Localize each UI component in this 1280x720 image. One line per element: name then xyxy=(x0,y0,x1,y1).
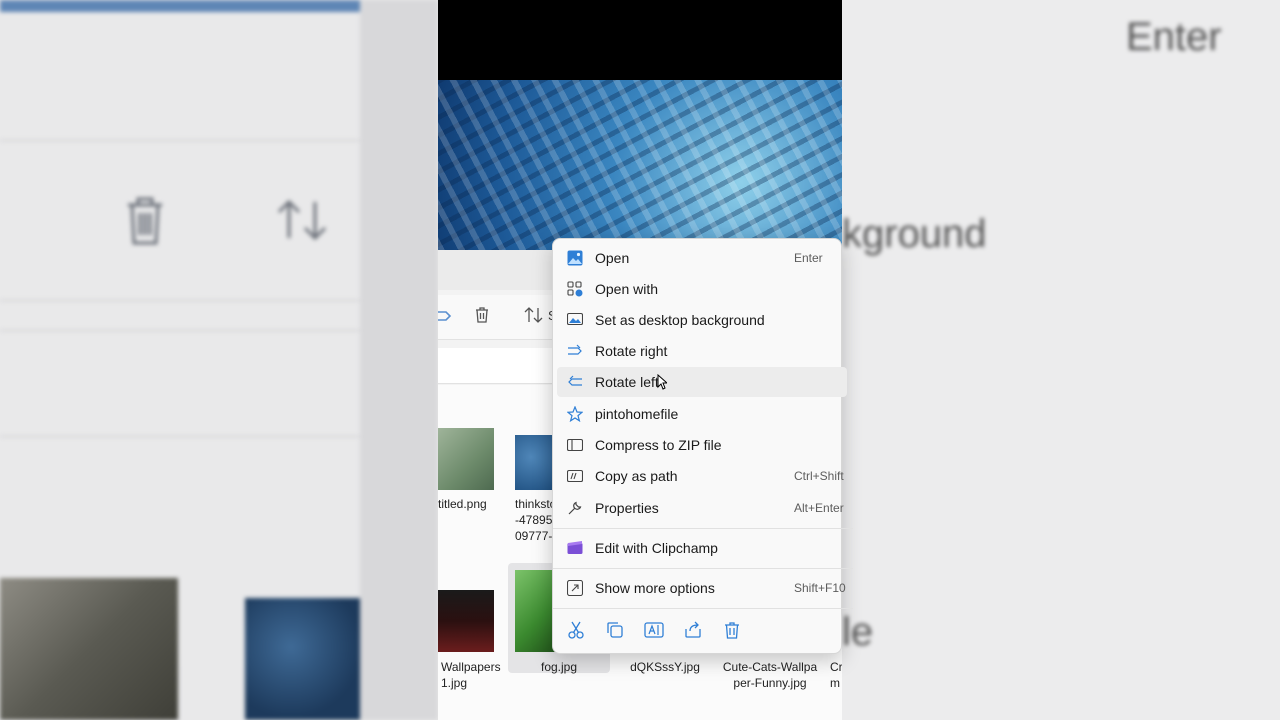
menu-item-label: Copy as path xyxy=(595,468,678,484)
file-thumbnail[interactable] xyxy=(438,428,494,490)
share-icon[interactable] xyxy=(682,619,704,641)
menu-item-label: Properties xyxy=(595,500,659,516)
menu-item-pintohomefile[interactable]: pintohomefile xyxy=(557,399,847,429)
background-kground-text: kground xyxy=(842,212,987,256)
menu-separator xyxy=(553,608,853,609)
menu-item-label: Open with xyxy=(595,281,659,297)
file-thumbnail[interactable] xyxy=(438,590,494,652)
file-name: Cr m xyxy=(830,660,842,690)
toolbar-rotate-icon[interactable] xyxy=(438,306,452,326)
menu-item-open-with[interactable]: Open with xyxy=(557,274,847,304)
more-options-icon xyxy=(567,580,583,596)
delete-icon[interactable] xyxy=(721,619,743,641)
menu-item-label: Edit with Clipchamp xyxy=(595,540,718,556)
background-right-panel: Enter kground le xyxy=(842,0,1280,720)
menu-item-label: Compress to ZIP file xyxy=(595,437,722,453)
file-name: dQKSssY.jpg xyxy=(630,660,700,674)
menu-item-label: Show more options xyxy=(595,580,715,596)
mouse-cursor-icon xyxy=(657,374,667,390)
menu-item-label: Rotate left xyxy=(595,374,659,390)
menu-item-label: pintohomefile xyxy=(595,406,679,422)
menu-item-label: Open xyxy=(595,250,630,266)
menu-item-shortcut: Shift+F10 xyxy=(794,581,846,595)
rename-icon[interactable] xyxy=(643,619,665,641)
menu-item-rotate-left[interactable]: Rotate left xyxy=(557,367,847,397)
file-thumbnail[interactable] xyxy=(515,435,555,490)
file-name: Cute-Cats-Wallpa per-Funny.jpg xyxy=(722,660,818,690)
copy-icon[interactable] xyxy=(604,619,626,641)
background-divider xyxy=(0,300,360,301)
file-name: titled.png xyxy=(438,497,487,511)
background-left-panel xyxy=(0,0,438,720)
copy-path-icon xyxy=(567,469,583,483)
rotate-right-icon xyxy=(568,344,582,355)
background-cat-thumbnail xyxy=(0,578,178,720)
background-blue-bar xyxy=(0,0,360,12)
background-divider xyxy=(0,140,360,141)
toolbar-sort-icon[interactable] xyxy=(524,306,544,324)
clipchamp-icon xyxy=(567,541,583,554)
wrench-icon xyxy=(568,501,582,515)
menu-separator xyxy=(553,528,853,529)
background-divider xyxy=(0,330,360,331)
file-name: fog.jpg xyxy=(540,660,578,674)
rotate-left-icon xyxy=(568,375,582,386)
background-strip xyxy=(360,0,438,720)
desktop-background-icon xyxy=(567,312,583,326)
menu-item-shortcut: Ctrl+Shift xyxy=(794,469,844,483)
file-name: Wallpapers 1.jpg xyxy=(441,660,501,690)
menu-item-shortcut: Alt+Enter xyxy=(794,501,844,515)
background-sort-icon xyxy=(277,199,327,241)
context-menu: Open Enter Open with Set as desktop back… xyxy=(552,238,853,654)
open-with-icon xyxy=(567,281,583,297)
file-thumbnail[interactable] xyxy=(515,570,555,652)
menu-item-edit-clipchamp[interactable]: Edit with Clipchamp xyxy=(557,533,847,563)
menu-item-rotate-right[interactable]: Rotate right xyxy=(557,336,847,366)
background-blue-thumbnail xyxy=(245,598,360,720)
background-le-text: le xyxy=(842,610,874,654)
zip-icon xyxy=(567,438,583,452)
wallpaper-preview xyxy=(438,80,842,250)
photo-app-icon xyxy=(567,250,583,266)
file-name: thinksto -47895 09777- xyxy=(515,497,557,543)
background-delete-icon xyxy=(128,197,162,245)
menu-item-label: Rotate right xyxy=(595,343,668,359)
menu-item-copy-as-path[interactable]: Copy as path Ctrl+Shift xyxy=(557,461,847,491)
menu-item-show-more-options[interactable]: Show more options Shift+F10 xyxy=(557,573,847,603)
menu-item-label: Set as desktop background xyxy=(595,312,765,328)
menu-item-shortcut: Enter xyxy=(794,251,823,265)
menu-item-compress-zip[interactable]: Compress to ZIP file xyxy=(557,430,847,460)
menu-item-properties[interactable]: Properties Alt+Enter xyxy=(557,493,847,523)
toolbar-delete-icon[interactable] xyxy=(474,306,490,324)
menu-separator xyxy=(553,568,853,569)
background-divider xyxy=(0,436,360,437)
star-icon xyxy=(567,406,583,422)
cut-icon[interactable] xyxy=(565,619,587,641)
menu-item-open[interactable]: Open Enter xyxy=(557,243,847,273)
background-enter-text: Enter xyxy=(1126,15,1222,59)
menu-item-set-desktop-background[interactable]: Set as desktop background xyxy=(557,305,847,335)
